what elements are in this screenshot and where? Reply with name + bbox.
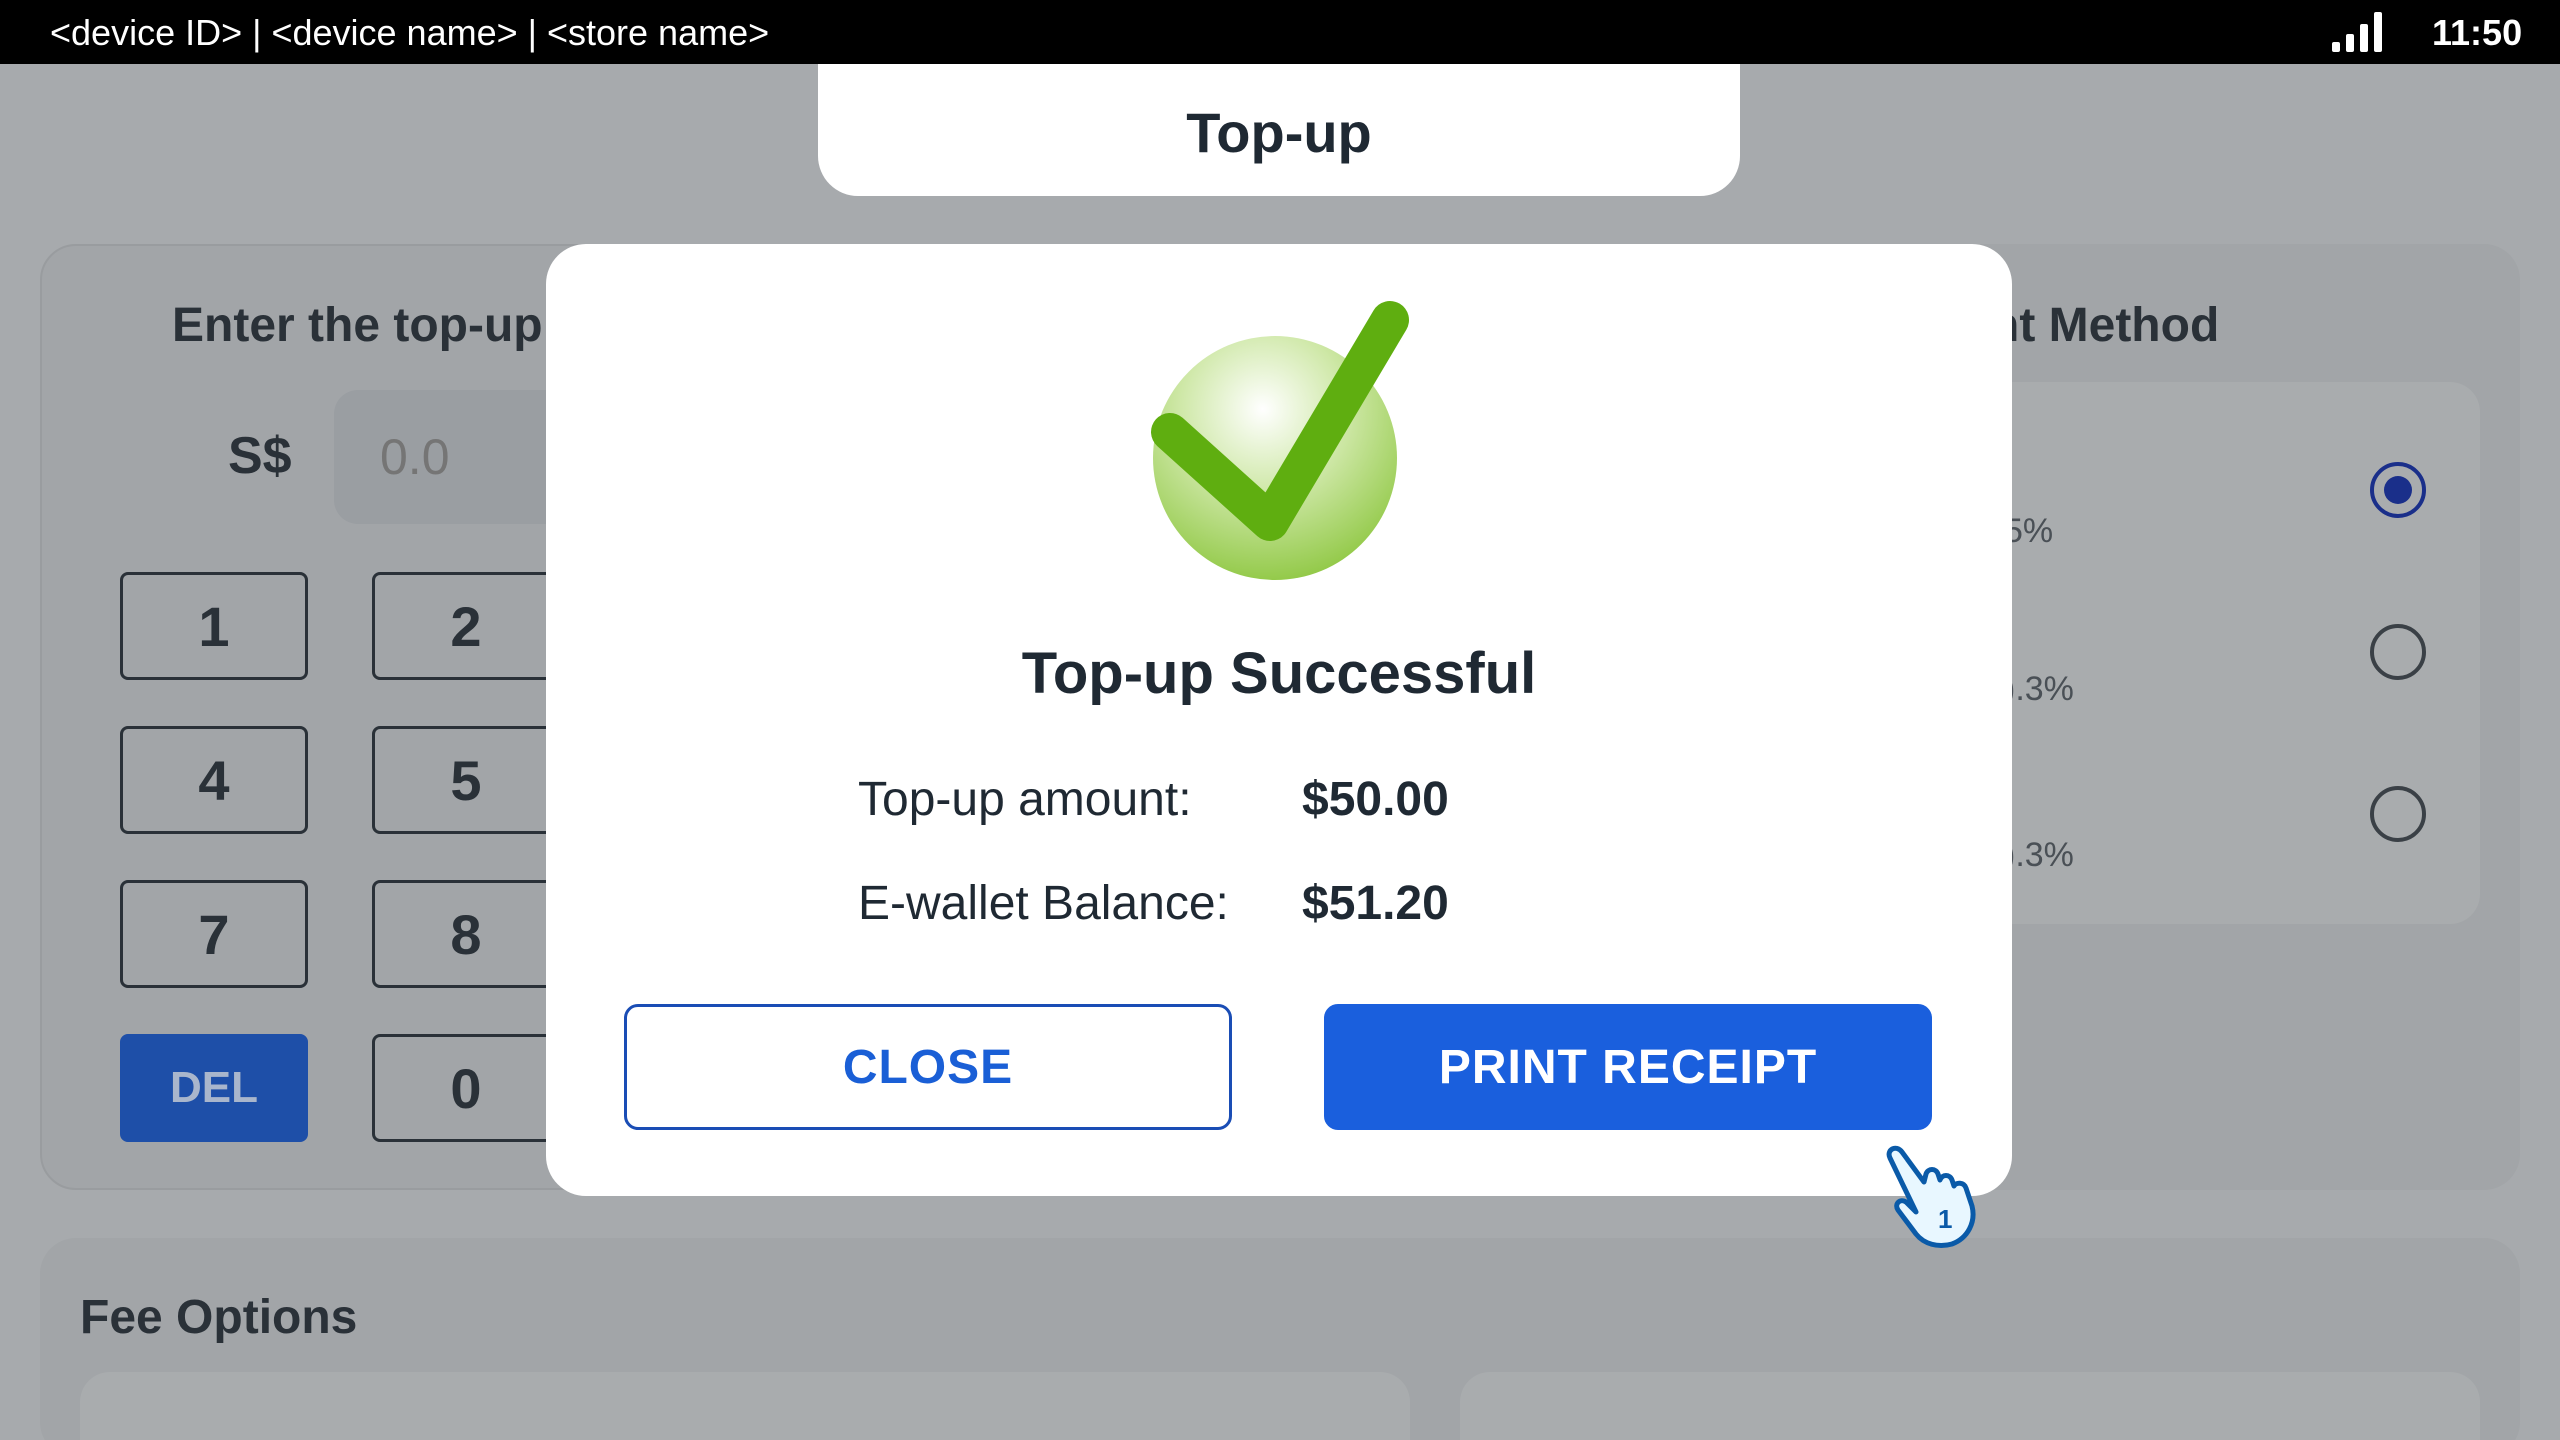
payment-method-title: nt Method: [1990, 299, 2220, 352]
keypad-key-5[interactable]: 5: [372, 726, 560, 834]
hand-cursor-icon: 1: [1886, 1145, 1976, 1249]
signal-bars-icon: [2332, 12, 2382, 52]
fee-options-title: Fee Options: [80, 1291, 358, 1344]
topup-amount-label: Top-up amount:: [858, 773, 1192, 826]
success-check-icon: [1151, 301, 1409, 580]
keypad-key-0[interactable]: 0: [372, 1034, 560, 1142]
method-radio-2[interactable]: [2370, 624, 2426, 680]
keypad-key-4[interactable]: 4: [120, 726, 308, 834]
method-radio-1[interactable]: [2370, 462, 2426, 518]
topup-amount-value: $50.00: [1302, 773, 1449, 826]
method-radio-3[interactable]: [2370, 786, 2426, 842]
fee-option-card[interactable]: [80, 1372, 1410, 1440]
wallet-balance-value: $51.20: [1302, 877, 1449, 930]
dialog-title: Top-up Successful: [1021, 641, 1537, 706]
fee-option-card[interactable]: [1460, 1372, 2480, 1440]
keypad-key-7[interactable]: 7: [120, 880, 308, 988]
page-header: Top-up: [818, 64, 1740, 196]
keypad-delete-button[interactable]: DEL: [120, 1034, 308, 1142]
clock: 11:50: [2432, 12, 2523, 53]
keypad-key-1[interactable]: 1: [120, 572, 308, 680]
amount-panel-title: Enter the top-up: [172, 299, 543, 352]
page-title: Top-up: [1186, 101, 1372, 164]
keypad-key-2[interactable]: 2: [372, 572, 560, 680]
method-fee-2: ).3%: [2004, 670, 2074, 708]
close-button[interactable]: CLOSE: [624, 1004, 1232, 1130]
keypad-key-8[interactable]: 8: [372, 880, 560, 988]
print-receipt-button[interactable]: PRINT RECEIPT: [1324, 1004, 1932, 1130]
wallet-balance-label: E-wallet Balance:: [858, 877, 1229, 930]
status-bar: <device ID> | <device name> | <store nam…: [0, 0, 2560, 64]
method-fee-3: ).3%: [2004, 836, 2074, 874]
svg-text:1: 1: [1938, 1204, 1952, 1234]
currency-label: S$: [228, 427, 292, 485]
device-info: <device ID> | <device name> | <store nam…: [50, 12, 770, 53]
